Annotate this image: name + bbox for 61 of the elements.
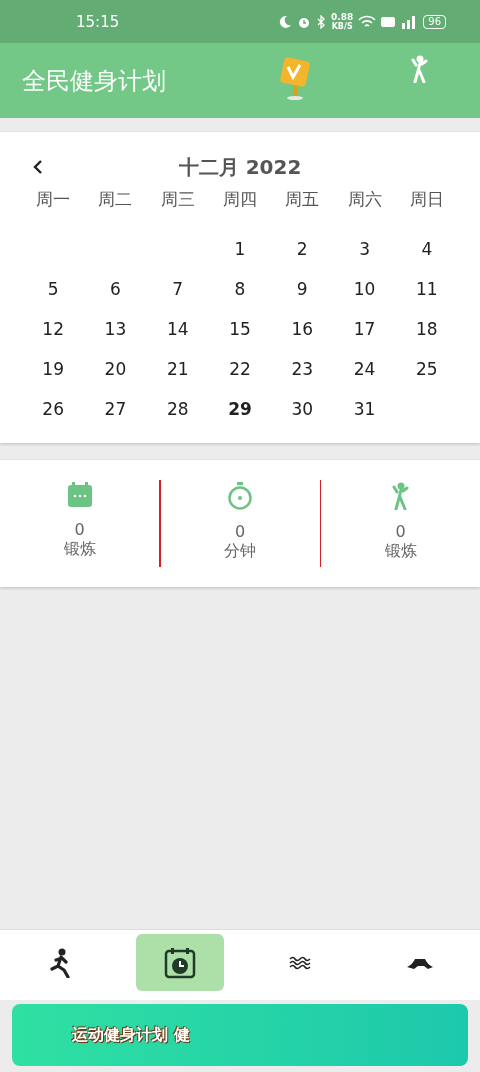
weekday-label: 周一 [35,188,72,211]
calendar-day[interactable]: 13 [84,309,147,349]
calendar-day[interactable]: 30 [271,389,334,429]
calendar-day[interactable]: 12 [22,309,85,349]
calendar-day[interactable]: 11 [395,269,458,309]
stat-value: 0 [395,522,406,541]
calendar-day[interactable]: 29 [208,389,272,429]
calendar-day[interactable]: 10 [333,269,396,309]
calendar-day[interactable]: 8 [208,269,272,309]
calendar-day[interactable]: 26 [22,389,85,429]
calendar-day[interactable]: 21 [146,349,209,389]
calendar-icon [66,482,93,508]
calendar-day[interactable]: 17 [333,309,396,349]
stat-label: 分钟 [224,541,256,562]
moon-icon [278,14,293,29]
calendar-day[interactable]: 24 [333,349,396,389]
calendar-day[interactable]: 1 [208,229,272,269]
calendar-day[interactable]: 15 [208,309,272,349]
calendar-day[interactable]: 28 [146,389,209,429]
calendar-day[interactable]: 3 [333,229,396,269]
runner-icon [48,947,72,978]
back-chevron-icon[interactable] [32,158,44,176]
weekday-label: 周四 [222,188,258,211]
stopwatch-icon [227,482,253,510]
calendar-day[interactable]: 18 [395,309,458,349]
calendar-day[interactable]: 4 [395,229,458,269]
stat-value: 0 [74,520,85,539]
month-title: 十二月 2022 [178,153,302,181]
waves-icon [288,955,312,970]
calendar-day[interactable]: 27 [84,389,147,429]
stat-value: 0 [234,522,246,541]
calendar-day[interactable]: 2 [271,229,334,269]
calendar-day[interactable]: 5 [22,269,85,309]
calendar-day[interactable]: 31 [333,389,396,429]
calendar-day[interactable]: 25 [395,349,458,389]
banner-title: 运动健身计划 健 [72,1024,190,1046]
wifi-icon [358,14,377,29]
nav-tab[interactable] [136,934,224,991]
calendar-clock-icon [164,946,196,979]
calendar-day[interactable]: 20 [84,349,147,389]
weekday-label: 周六 [346,188,383,211]
calendar-day[interactable]: 22 [208,349,272,389]
battery-level: 96 [423,14,446,29]
calendar-day[interactable]: 23 [271,349,334,389]
calendar-day[interactable]: 16 [271,309,334,349]
bluetooth-icon [316,14,327,29]
weekday-label: 周二 [97,188,134,211]
app-title: 全民健身计划 [22,65,166,97]
clock-time: 15:15 [76,12,120,31]
stat-label: 锻炼 [384,541,417,562]
calendar-day[interactable]: 19 [22,349,85,389]
calendar-day[interactable]: 14 [146,309,209,349]
weekday-label: 周五 [284,188,321,211]
calendar-day[interactable]: 7 [146,269,209,309]
calendar-day[interactable]: 9 [271,269,334,309]
figure-icon [390,482,411,510]
network-speed: 0.88 KB/S [331,12,354,31]
stat-label: 锻炼 [63,539,96,560]
weekday-label: 周三 [159,188,196,211]
calendar-day[interactable]: 6 [84,269,147,309]
weekday-label: 周日 [408,188,445,211]
